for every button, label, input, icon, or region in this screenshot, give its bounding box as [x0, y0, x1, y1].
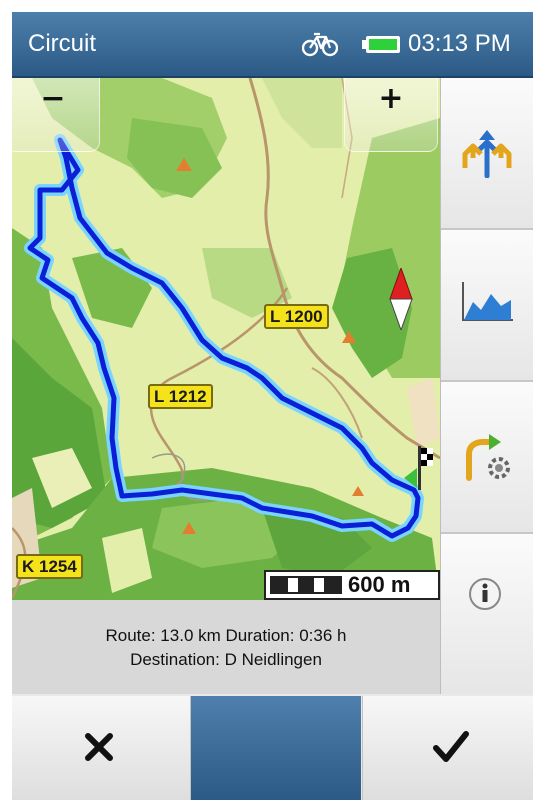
road-label-k1254: K 1254: [16, 554, 83, 579]
route-map[interactable]: − + L 1200 L 1212 K 1254 600 m: [12, 78, 440, 600]
bottom-action-bar: [12, 696, 533, 800]
route-settings-button[interactable]: [441, 382, 533, 534]
clock: 03:13 PM: [408, 30, 511, 57]
navigation-tab[interactable]: [191, 696, 361, 800]
close-icon: [85, 733, 113, 761]
compass-icon[interactable]: [386, 268, 416, 330]
scale-bar: [270, 576, 342, 594]
scale-label: 600 m: [348, 572, 411, 597]
cancel-button[interactable]: [12, 696, 191, 800]
map-canvas: [12, 78, 440, 600]
bicycle-icon: [302, 32, 338, 57]
route-options-button[interactable]: [441, 78, 533, 230]
map-scale: 600 m: [264, 570, 440, 600]
road-label-l1212: L 1212: [148, 384, 213, 409]
device-screen: Circuit 03:13 PM − + L 1200 L 1212 K 125…: [12, 12, 533, 800]
sidebar-toolbar: [440, 78, 533, 694]
checkmark-icon: [433, 731, 469, 762]
zoom-in-button[interactable]: +: [344, 78, 438, 152]
confirm-button[interactable]: [362, 696, 533, 800]
elevation-profile-button[interactable]: [441, 230, 533, 382]
zoom-out-button[interactable]: −: [12, 78, 100, 152]
route-info-panel: Route: 13.0 km Duration: 0:36 h Destinat…: [12, 600, 440, 694]
route-destination: Destination: D Neidlingen: [130, 650, 322, 669]
elevation-profile-icon: [462, 282, 513, 321]
road-label-l1200: L 1200: [264, 304, 329, 329]
info-button[interactable]: [441, 534, 533, 694]
status-bar: Circuit 03:13 PM: [12, 12, 533, 78]
route-arrows-icon: [462, 130, 512, 178]
info-icon: [469, 578, 501, 610]
page-title: Circuit: [28, 30, 97, 57]
route-settings-icon: [466, 434, 510, 481]
battery-full-icon: [362, 36, 400, 53]
route-summary: Route: 13.0 km Duration: 0:36 h: [105, 626, 347, 645]
